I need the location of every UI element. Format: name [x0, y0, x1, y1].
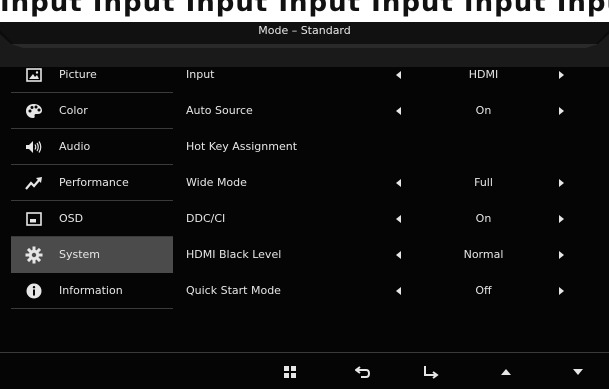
palette-icon: [23, 102, 45, 120]
sidebar-item-color[interactable]: Color: [11, 93, 173, 129]
menu-grid-icon[interactable]: [279, 363, 301, 381]
arrow-right-icon[interactable]: [559, 287, 564, 295]
setting-row-input[interactable]: Input HDMI: [186, 57, 586, 93]
arrow-left-icon[interactable]: [396, 179, 401, 187]
arrow-right-icon[interactable]: [559, 107, 564, 115]
down-icon[interactable]: [567, 363, 589, 381]
setting-value: On: [475, 104, 492, 117]
back-icon[interactable]: [352, 363, 374, 381]
sidebar-item-label: Performance: [59, 176, 129, 189]
sidebar-item-label: Color: [59, 104, 88, 117]
sidebar-item-system[interactable]: System: [11, 237, 173, 273]
sidebar-item-label: Information: [59, 284, 123, 297]
sidebar-item-label: Audio: [59, 140, 91, 153]
sidebar-item-label: Picture: [59, 68, 97, 81]
sidebar-item-picture[interactable]: Picture: [11, 57, 173, 93]
setting-label: DDC/CI: [186, 212, 226, 225]
setting-label: Auto Source: [186, 104, 253, 117]
sidebar-item-osd[interactable]: OSD: [11, 201, 173, 237]
settings-panel: Input HDMI Auto Source On Hot Key Assign…: [186, 57, 586, 309]
osd-menu: Mode – Standard Picture Color Audio Perf…: [0, 22, 609, 389]
setting-value: HDMI: [468, 68, 499, 81]
setting-row-hdmi-black-level[interactable]: HDMI Black Level Normal: [186, 237, 586, 273]
sidebar-item-audio[interactable]: Audio: [11, 129, 173, 165]
sidebar: Picture Color Audio Performance OSD Syst…: [11, 57, 173, 309]
setting-value: Off: [475, 284, 492, 297]
picture-icon: [23, 66, 45, 84]
setting-value: Full: [474, 176, 493, 189]
top-cropped-banner: Input Input Input Input Input Input Inpu…: [0, 0, 609, 22]
trending-up-icon: [23, 174, 45, 192]
setting-row-wide-mode[interactable]: Wide Mode Full: [186, 165, 586, 201]
osd-window-icon: [23, 210, 45, 228]
info-icon: [23, 282, 45, 300]
up-icon[interactable]: [495, 363, 517, 381]
enter-icon[interactable]: [420, 363, 442, 381]
cropped-banner-text: Input Input Input Input Input Input Inpu…: [0, 0, 609, 18]
setting-value: Normal: [463, 248, 504, 261]
sidebar-item-performance[interactable]: Performance: [11, 165, 173, 201]
setting-label: Hot Key Assignment: [186, 140, 298, 153]
speaker-icon: [23, 138, 45, 156]
arrow-right-icon[interactable]: [559, 179, 564, 187]
arrow-left-icon[interactable]: [396, 71, 401, 79]
gear-icon: [23, 246, 45, 264]
setting-label: HDMI Black Level: [186, 248, 282, 261]
sidebar-item-label: System: [59, 248, 101, 261]
setting-row-ddc-ci[interactable]: DDC/CI On: [186, 201, 586, 237]
arrow-left-icon[interactable]: [396, 215, 401, 223]
arrow-left-icon[interactable]: [396, 251, 401, 259]
arrow-right-icon[interactable]: [559, 215, 564, 223]
arrow-left-icon[interactable]: [396, 287, 401, 295]
sidebar-item-information[interactable]: Information: [11, 273, 173, 309]
setting-row-hot-key-assignment[interactable]: Hot Key Assignment: [186, 129, 586, 165]
arrow-left-icon[interactable]: [396, 107, 401, 115]
setting-label: Input: [186, 68, 215, 81]
setting-label: Quick Start Mode: [186, 284, 281, 297]
setting-label: Wide Mode: [186, 176, 247, 189]
setting-row-quick-start-mode[interactable]: Quick Start Mode Off: [186, 273, 586, 309]
setting-row-auto-source[interactable]: Auto Source On: [186, 93, 586, 129]
setting-value: On: [475, 212, 492, 225]
arrow-right-icon[interactable]: [559, 251, 564, 259]
osd-footer: [0, 352, 609, 390]
osd-title: Mode – Standard: [258, 24, 351, 37]
sidebar-item-label: OSD: [59, 212, 84, 225]
arrow-right-icon[interactable]: [559, 71, 564, 79]
